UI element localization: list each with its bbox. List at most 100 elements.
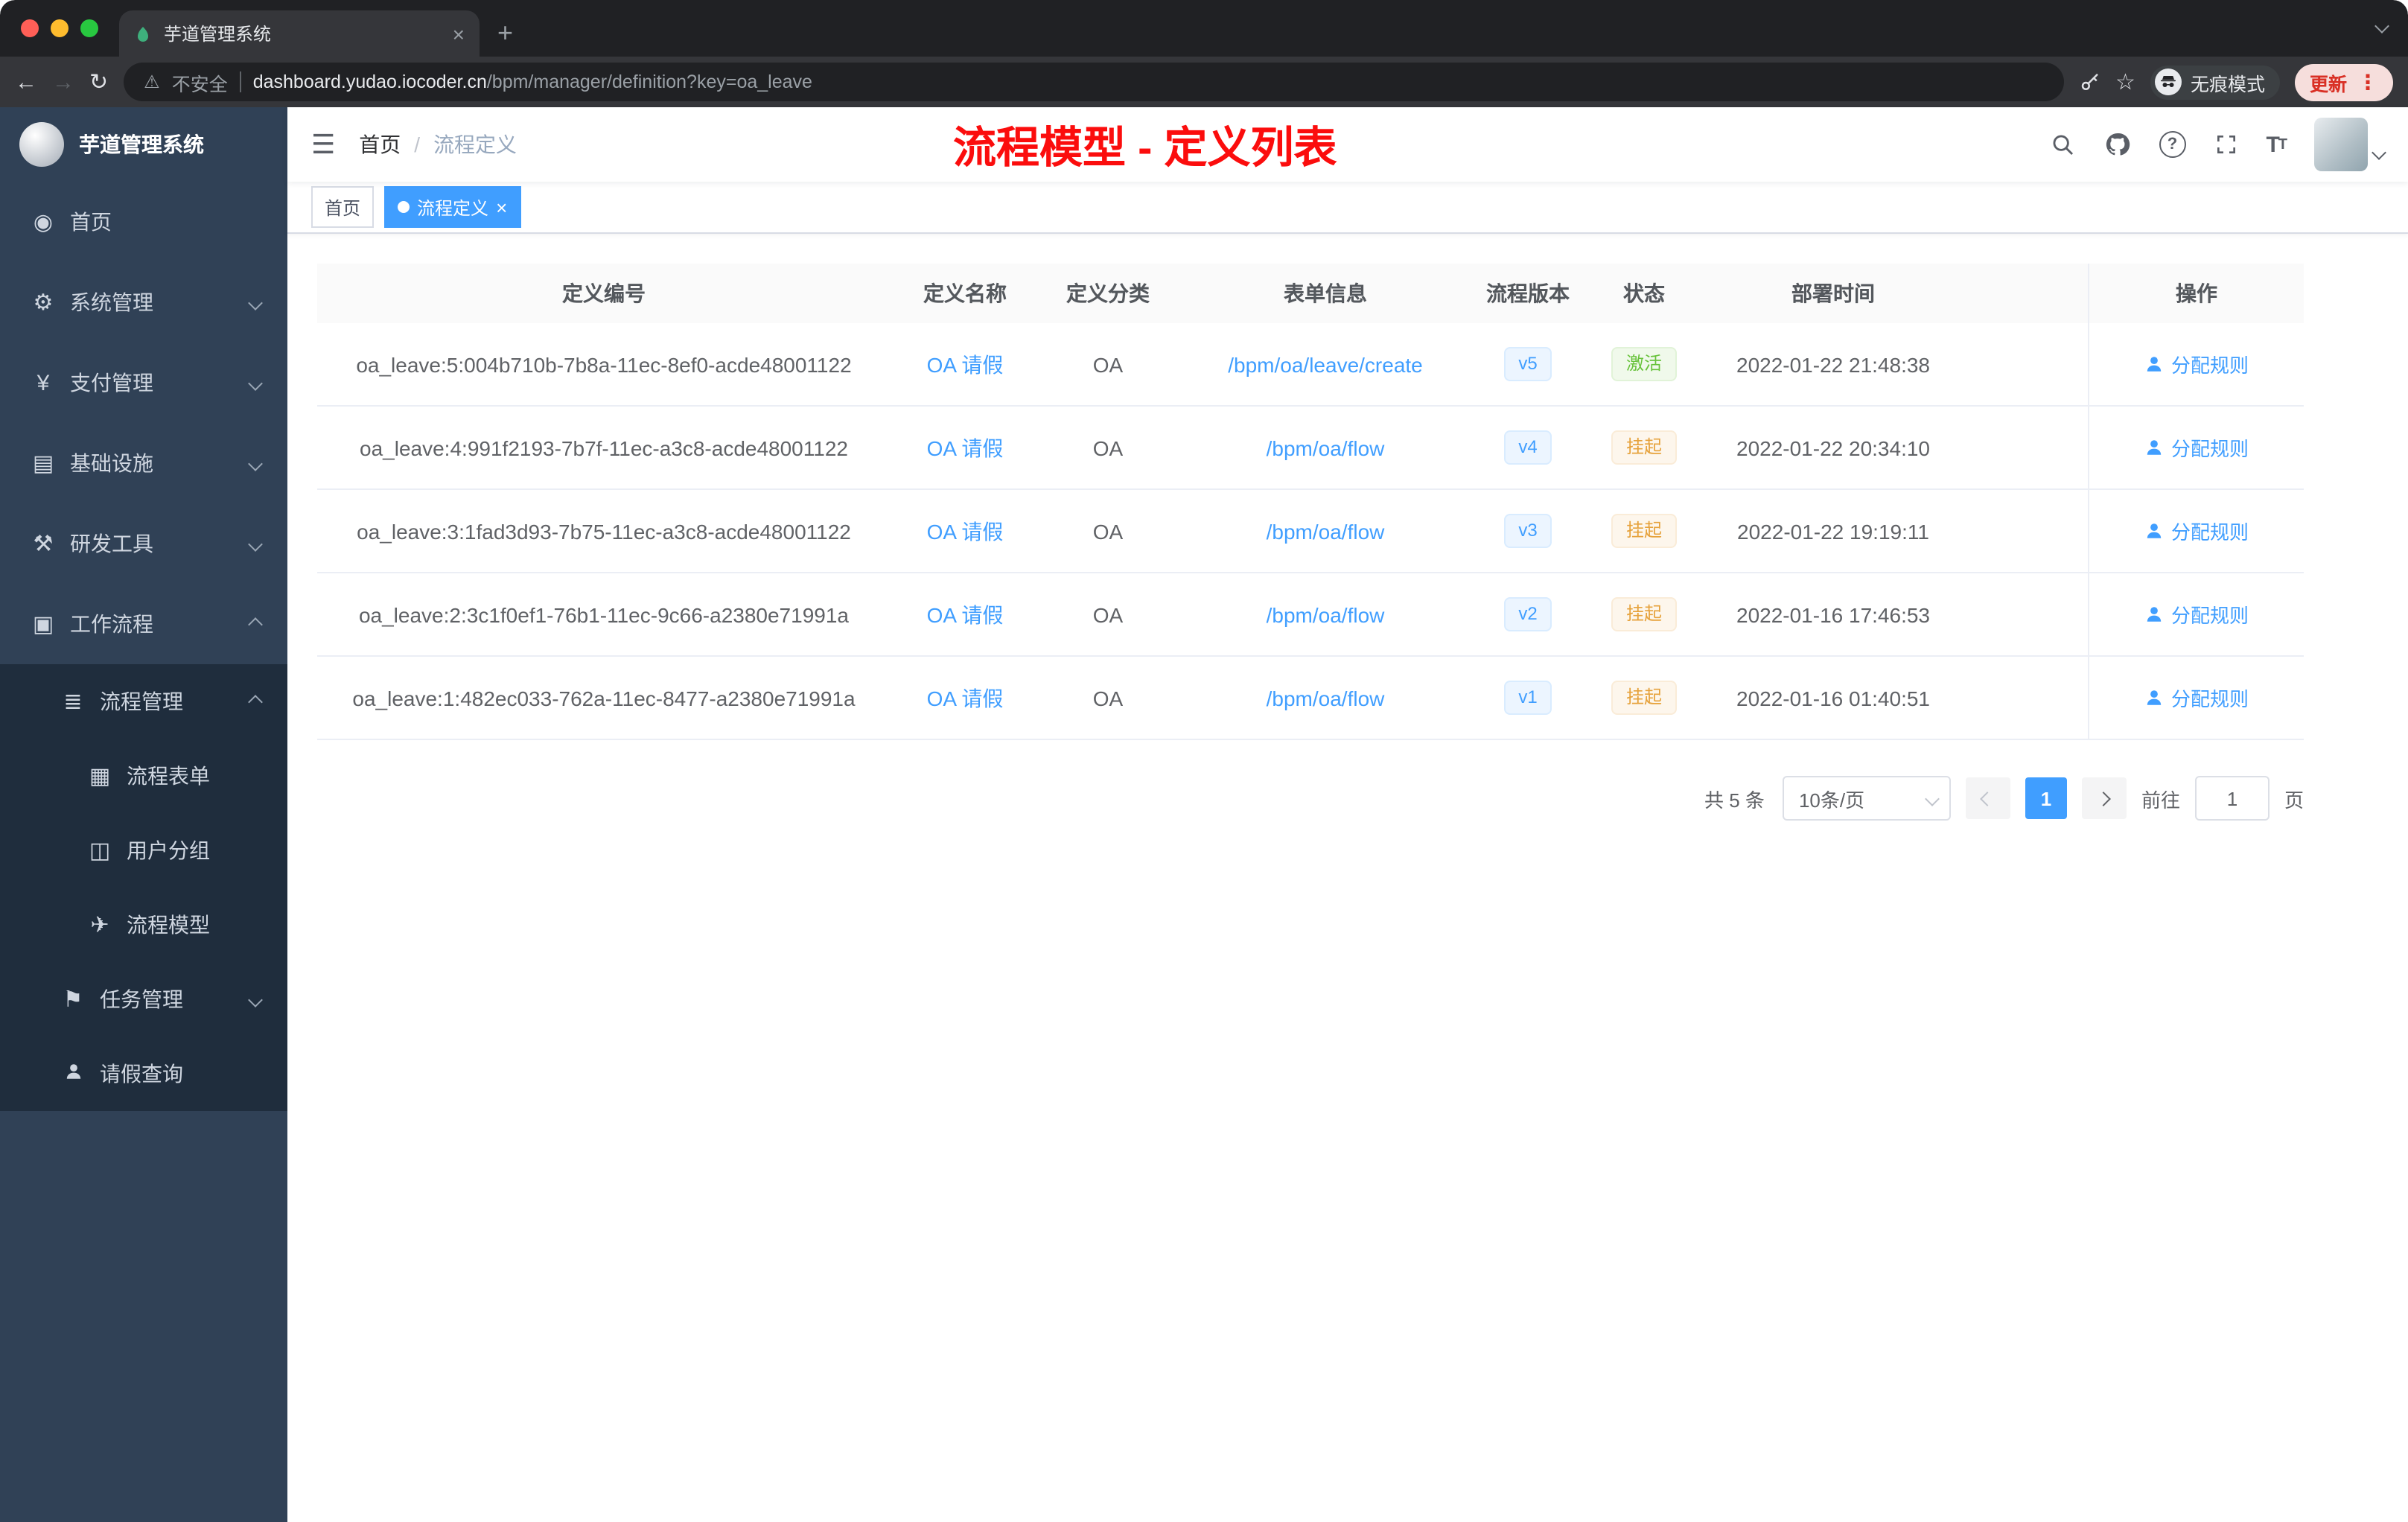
cell-category: OA: [1092, 602, 1124, 626]
cell-status: 挂起: [1582, 490, 1707, 572]
form-info-link[interactable]: /bpm/oa/flow: [1267, 686, 1385, 710]
page-content: 定义编号 定义名称 定义分类 表单信息 流程版本 状态 部署时间 操作 oa_l…: [287, 234, 2408, 1522]
search-icon[interactable]: [2050, 132, 2075, 157]
close-window-button[interactable]: [21, 19, 39, 37]
assign-rule-button[interactable]: 分配规则: [2144, 684, 2249, 712]
sidebar-item-payment[interactable]: ¥ 支付管理: [0, 343, 287, 423]
avatar[interactable]: [2314, 118, 2368, 171]
cell-definition-id: oa_leave:3:1fad3d93-7b75-11ec-a3c8-acde4…: [357, 519, 851, 543]
sidebar-item-infrastructure[interactable]: ▤ 基础设施: [0, 423, 287, 503]
hamburger-icon[interactable]: ☰: [311, 129, 335, 160]
breadcrumb-home[interactable]: 首页: [359, 130, 401, 159]
cell-category: OA: [1092, 436, 1124, 459]
zoom-window-button[interactable]: [80, 19, 98, 37]
tags-view: 首页 流程定义 ×: [287, 182, 2408, 234]
definition-name-link[interactable]: OA 请假: [927, 349, 1004, 379]
dashboard-icon: ◉: [33, 210, 54, 235]
minimize-window-button[interactable]: [51, 19, 69, 37]
person-icon: [60, 1061, 86, 1086]
cell-category: OA: [1092, 352, 1124, 376]
font-size-icon[interactable]: TT: [2266, 132, 2287, 157]
assign-rule-button[interactable]: 分配规则: [2144, 517, 2249, 545]
avatar-caret-icon: [2372, 138, 2386, 165]
goto-page-input[interactable]: [2194, 776, 2270, 821]
cell-deploy-time: 2022-01-16 01:40:51: [1736, 686, 1930, 710]
definition-name-link[interactable]: OA 请假: [927, 599, 1004, 629]
sidebar-item-user-group[interactable]: ◫ 用户分组: [0, 813, 287, 888]
github-icon[interactable]: [2103, 131, 2130, 158]
definition-name-link[interactable]: OA 请假: [927, 683, 1004, 713]
browser-update-button[interactable]: 更新 ⋮: [2294, 63, 2393, 101]
assign-rule-label: 分配规则: [2170, 438, 2249, 460]
reload-button[interactable]: ↻: [89, 71, 108, 93]
form-info-link[interactable]: /bpm/oa/flow: [1267, 519, 1385, 543]
workflow-icon: ▣: [32, 612, 54, 637]
sidebar-item-leave-query[interactable]: 请假查询: [0, 1037, 287, 1111]
form-info-link[interactable]: /bpm/oa/flow: [1267, 436, 1385, 459]
sidebar-item-workflow[interactable]: ▣ 工作流程: [0, 584, 287, 664]
sidebar-item-process-manage[interactable]: ≣ 流程管理: [0, 664, 287, 739]
new-tab-button[interactable]: +: [497, 18, 513, 49]
sidebar-item-system[interactable]: ⚙ 系统管理: [0, 262, 287, 343]
fullscreen-icon[interactable]: [2214, 133, 2237, 156]
cell-filler: [1960, 573, 2088, 655]
version-tag: v2: [1503, 597, 1552, 631]
cell-filler: [1960, 407, 2088, 488]
page-size-select[interactable]: 10条/页: [1782, 776, 1951, 821]
user-menu[interactable]: [2314, 118, 2386, 171]
assign-rule-button[interactable]: 分配规则: [2144, 433, 2249, 462]
assign-rule-label: 分配规则: [2170, 521, 2249, 544]
assign-rule-label: 分配规则: [2170, 688, 2249, 710]
browser-tab[interactable]: 芋道管理系统 ×: [119, 10, 480, 57]
column-header-deploy-time: 部署时间: [1791, 281, 1875, 305]
tag-home[interactable]: 首页: [311, 186, 375, 228]
form-info-link[interactable]: /bpm/oa/flow: [1267, 602, 1385, 626]
column-header-actions: 操作: [2088, 264, 2304, 323]
main-area: ☰ 首页 / 流程定义 流程模型 - 定义列表 ? T T 首页 流程定义 × …: [287, 107, 2408, 1522]
model-icon: ✈: [90, 913, 109, 938]
prev-page-button[interactable]: [1965, 777, 2010, 819]
tab-close-icon[interactable]: ×: [453, 22, 465, 45]
sidebar-item-process-model[interactable]: ✈ 流程模型: [0, 888, 287, 962]
back-button[interactable]: ←: [15, 71, 37, 93]
sidebar-item-task-manage[interactable]: ⚑ 任务管理: [0, 962, 287, 1037]
assign-rule-button[interactable]: 分配规则: [2144, 600, 2249, 628]
tag-process-definition[interactable]: 流程定义 ×: [384, 186, 521, 228]
cell-category: OA: [1092, 686, 1124, 710]
sidebar-item-process-form[interactable]: ▦ 流程表单: [0, 739, 287, 813]
forward-button[interactable]: →: [52, 71, 74, 93]
sidebar-item-label: 用户分组: [127, 838, 210, 862]
browser-menu-icon[interactable]: ⋮: [2357, 69, 2378, 95]
person-icon: [2147, 523, 2162, 538]
tag-close-icon[interactable]: ×: [496, 197, 507, 217]
top-navbar: ☰ 首页 / 流程定义 流程模型 - 定义列表 ? T T: [287, 107, 2408, 182]
window-controls: [0, 19, 119, 37]
password-key-icon[interactable]: [2078, 71, 2100, 93]
definition-name-link[interactable]: OA 请假: [927, 516, 1004, 546]
cell-actions: 分配规则: [2088, 657, 2304, 739]
sidebar-item-devtools[interactable]: ⚒ 研发工具: [0, 503, 287, 584]
goto-prefix: 前往: [2141, 789, 2180, 811]
tab-favicon-icon: [134, 25, 152, 42]
definition-table: 定义编号 定义名称 定义分类 表单信息 流程版本 状态 部署时间 操作 oa_l…: [317, 264, 2304, 740]
tag-process-definition-label: 流程定义: [417, 197, 489, 218]
page-title-annotation: 流程模型 - 定义列表: [953, 125, 1337, 173]
pagination: 共 5 条 10条/页 1 前往 页: [317, 776, 2304, 821]
help-icon[interactable]: ?: [2159, 131, 2186, 158]
sidebar-item-label: 工作流程: [70, 612, 153, 636]
cell-actions: 分配规则: [2088, 573, 2304, 655]
next-page-button[interactable]: [2081, 777, 2127, 819]
cell-version: v4: [1474, 407, 1582, 488]
current-page-button[interactable]: 1: [2025, 777, 2067, 819]
bookmark-star-icon[interactable]: ☆: [2115, 69, 2135, 95]
column-header-definition-name: 定义名称: [923, 281, 1007, 305]
definition-name-link[interactable]: OA 请假: [927, 433, 1004, 462]
chevron-down-icon: [248, 992, 263, 1007]
address-bar[interactable]: ⚠ 不安全 dashboard.yudao.iocoder.cn/bpm/man…: [123, 63, 2064, 101]
sidebar-logo: 芋道管理系统: [0, 107, 287, 182]
tab-search-chevron-icon[interactable]: [2374, 12, 2389, 39]
sidebar-item-home[interactable]: ◉ 首页: [0, 182, 287, 262]
assign-rule-button[interactable]: 分配规则: [2144, 350, 2249, 378]
form-info-link[interactable]: /bpm/oa/leave/create: [1228, 352, 1423, 376]
sidebar-menu: ◉ 首页 ⚙ 系统管理 ¥ 支付管理 ▤ 基础设施 ⚒ 研发工具 ▣ 工作流程 ≣ 流程管理 ▦ 流程表单 ◫ 用…: [0, 182, 287, 1522]
